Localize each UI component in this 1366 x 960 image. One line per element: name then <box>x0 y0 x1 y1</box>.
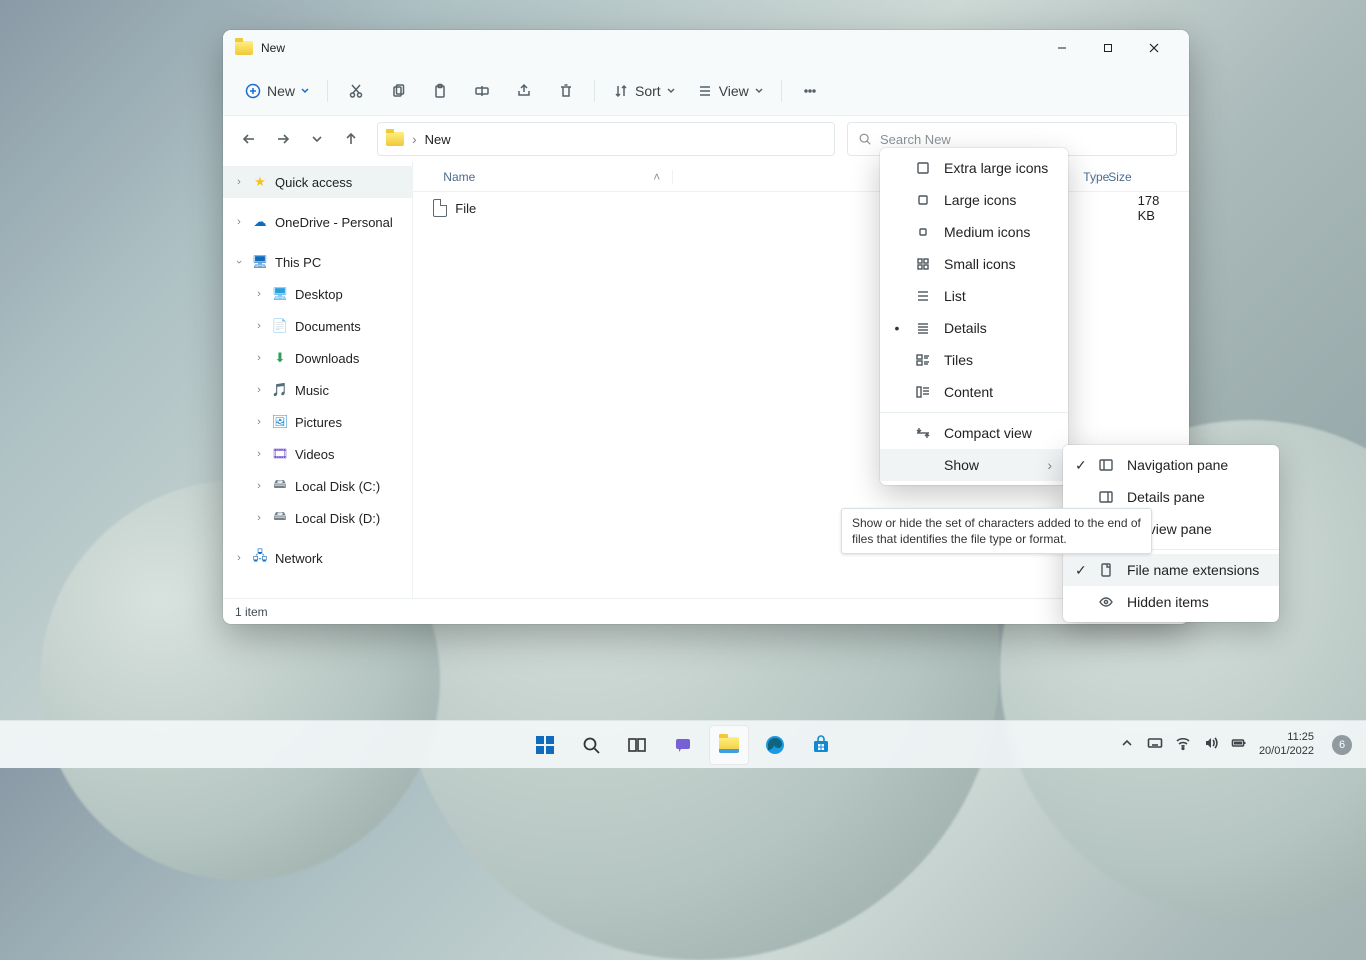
battery-icon[interactable] <box>1231 735 1247 754</box>
minimize-button[interactable] <box>1039 32 1085 64</box>
address-path: New <box>425 132 451 147</box>
sort-label: Sort <box>635 83 661 99</box>
task-view[interactable] <box>617 725 657 765</box>
sidebar-desktop[interactable]: ›🖥Desktop <box>223 278 412 310</box>
view-small[interactable]: Small icons <box>880 248 1068 280</box>
sidebar-downloads[interactable]: ›⬇Downloads <box>223 342 412 374</box>
notification-badge[interactable]: 6 <box>1332 735 1352 755</box>
chevron-down-icon[interactable]: › <box>233 256 245 268</box>
file-row[interactable]: File File 178 KB <box>413 192 1189 224</box>
col-size[interactable]: Size <box>1096 170 1143 184</box>
rename-button[interactable] <box>464 74 500 108</box>
chevron-right-icon: › <box>1047 457 1052 473</box>
keyboard-icon[interactable] <box>1147 735 1163 754</box>
start-button[interactable] <box>525 725 565 765</box>
network-icon: 🖧 <box>251 547 269 569</box>
column-headers: Name˄ Type Size <box>413 162 1189 192</box>
new-button[interactable]: New <box>237 74 317 108</box>
sidebar-onedrive[interactable]: › ☁ OneDrive - Personal <box>223 206 412 238</box>
view-details[interactable]: •Details <box>880 312 1068 344</box>
sidebar-quick-access[interactable]: › ★ Quick access <box>223 166 412 198</box>
window-title: New <box>261 41 285 55</box>
tooltip: Show or hide the set of characters added… <box>841 508 1152 554</box>
chevron-right-icon[interactable]: › <box>233 216 245 228</box>
music-icon: 🎵 <box>271 382 289 398</box>
pictures-icon: 🖼 <box>271 414 289 430</box>
search-placeholder: Search New <box>880 132 951 147</box>
toolbar: New Sort View <box>223 66 1189 116</box>
address-bar[interactable]: › New <box>377 122 835 156</box>
view-button[interactable]: View <box>689 74 771 108</box>
volume-icon[interactable] <box>1203 735 1219 754</box>
show-file-extensions[interactable]: ✓File name extensions <box>1063 554 1279 586</box>
view-dropdown: Extra large icons Large icons Medium ico… <box>880 148 1068 485</box>
paste-button[interactable] <box>422 74 458 108</box>
view-medium[interactable]: Medium icons <box>880 216 1068 248</box>
item-count: 1 item <box>235 605 268 619</box>
folder-icon <box>235 41 253 55</box>
folder-icon <box>386 132 404 146</box>
sidebar-this-pc[interactable]: › 🖥 This PC <box>223 246 412 278</box>
clock[interactable]: 11:25 20/01/2022 <box>1259 731 1314 757</box>
sort-button[interactable]: Sort <box>605 74 683 108</box>
tray-overflow[interactable] <box>1119 735 1135 754</box>
documents-icon: 📄 <box>271 318 289 334</box>
videos-icon: 🎞 <box>271 446 289 462</box>
sidebar-documents[interactable]: ›📄Documents <box>223 310 412 342</box>
view-show[interactable]: Show› <box>880 449 1068 481</box>
sidebar-videos[interactable]: ›🎞Videos <box>223 438 412 470</box>
show-nav-pane[interactable]: ✓Navigation pane <box>1063 449 1279 481</box>
disk-icon: 🖴 <box>271 475 289 497</box>
titlebar[interactable]: New <box>223 30 1189 66</box>
taskbar-store[interactable] <box>801 725 841 765</box>
col-name[interactable]: Name˄ <box>413 170 673 184</box>
view-content[interactable]: Content <box>880 376 1068 408</box>
star-icon: ★ <box>251 174 269 190</box>
view-tiles[interactable]: Tiles <box>880 344 1068 376</box>
close-button[interactable] <box>1131 32 1177 64</box>
show-hidden-items[interactable]: Hidden items <box>1063 586 1279 618</box>
view-list[interactable]: List <box>880 280 1068 312</box>
taskbar: 11:25 20/01/2022 6 <box>0 720 1366 768</box>
back-button[interactable] <box>235 125 263 153</box>
share-button[interactable] <box>506 74 542 108</box>
view-compact[interactable]: Compact view <box>880 417 1068 449</box>
sidebar-disk-c[interactable]: ›🖴Local Disk (C:) <box>223 470 412 502</box>
up-button[interactable] <box>337 125 365 153</box>
sidebar-network[interactable]: › 🖧 Network <box>223 542 412 574</box>
new-label: New <box>267 83 295 99</box>
system-tray: 11:25 20/01/2022 6 <box>1119 731 1366 757</box>
recent-button[interactable] <box>303 125 331 153</box>
sidebar-disk-d[interactable]: ›🖴Local Disk (D:) <box>223 502 412 534</box>
delete-button[interactable] <box>548 74 584 108</box>
more-button[interactable] <box>792 74 828 108</box>
copy-button[interactable] <box>380 74 416 108</box>
view-label: View <box>719 83 749 99</box>
search-icon <box>858 132 872 146</box>
cloud-icon: ☁ <box>251 214 269 230</box>
disk-icon: 🖴 <box>271 507 289 529</box>
view-extra-large[interactable]: Extra large icons <box>880 152 1068 184</box>
taskbar-explorer[interactable] <box>709 725 749 765</box>
sidebar-music[interactable]: ›🎵Music <box>223 374 412 406</box>
forward-button[interactable] <box>269 125 297 153</box>
downloads-icon: ⬇ <box>271 350 289 366</box>
taskbar-chat[interactable] <box>663 725 703 765</box>
view-large[interactable]: Large icons <box>880 184 1068 216</box>
desktop-icon: 🖥 <box>271 286 289 302</box>
chevron-right-icon[interactable]: › <box>233 176 245 188</box>
status-bar: 1 item <box>223 598 1189 624</box>
pc-icon: 🖥 <box>251 254 269 270</box>
maximize-button[interactable] <box>1085 32 1131 64</box>
cut-button[interactable] <box>338 74 374 108</box>
nav-pane: › ★ Quick access › ☁ OneDrive - Personal… <box>223 162 413 598</box>
taskbar-search[interactable] <box>571 725 611 765</box>
chevron-right-icon: › <box>412 131 417 147</box>
taskbar-edge[interactable] <box>755 725 795 765</box>
file-icon <box>433 199 447 217</box>
sidebar-pictures[interactable]: ›🖼Pictures <box>223 406 412 438</box>
wifi-icon[interactable] <box>1175 735 1191 754</box>
